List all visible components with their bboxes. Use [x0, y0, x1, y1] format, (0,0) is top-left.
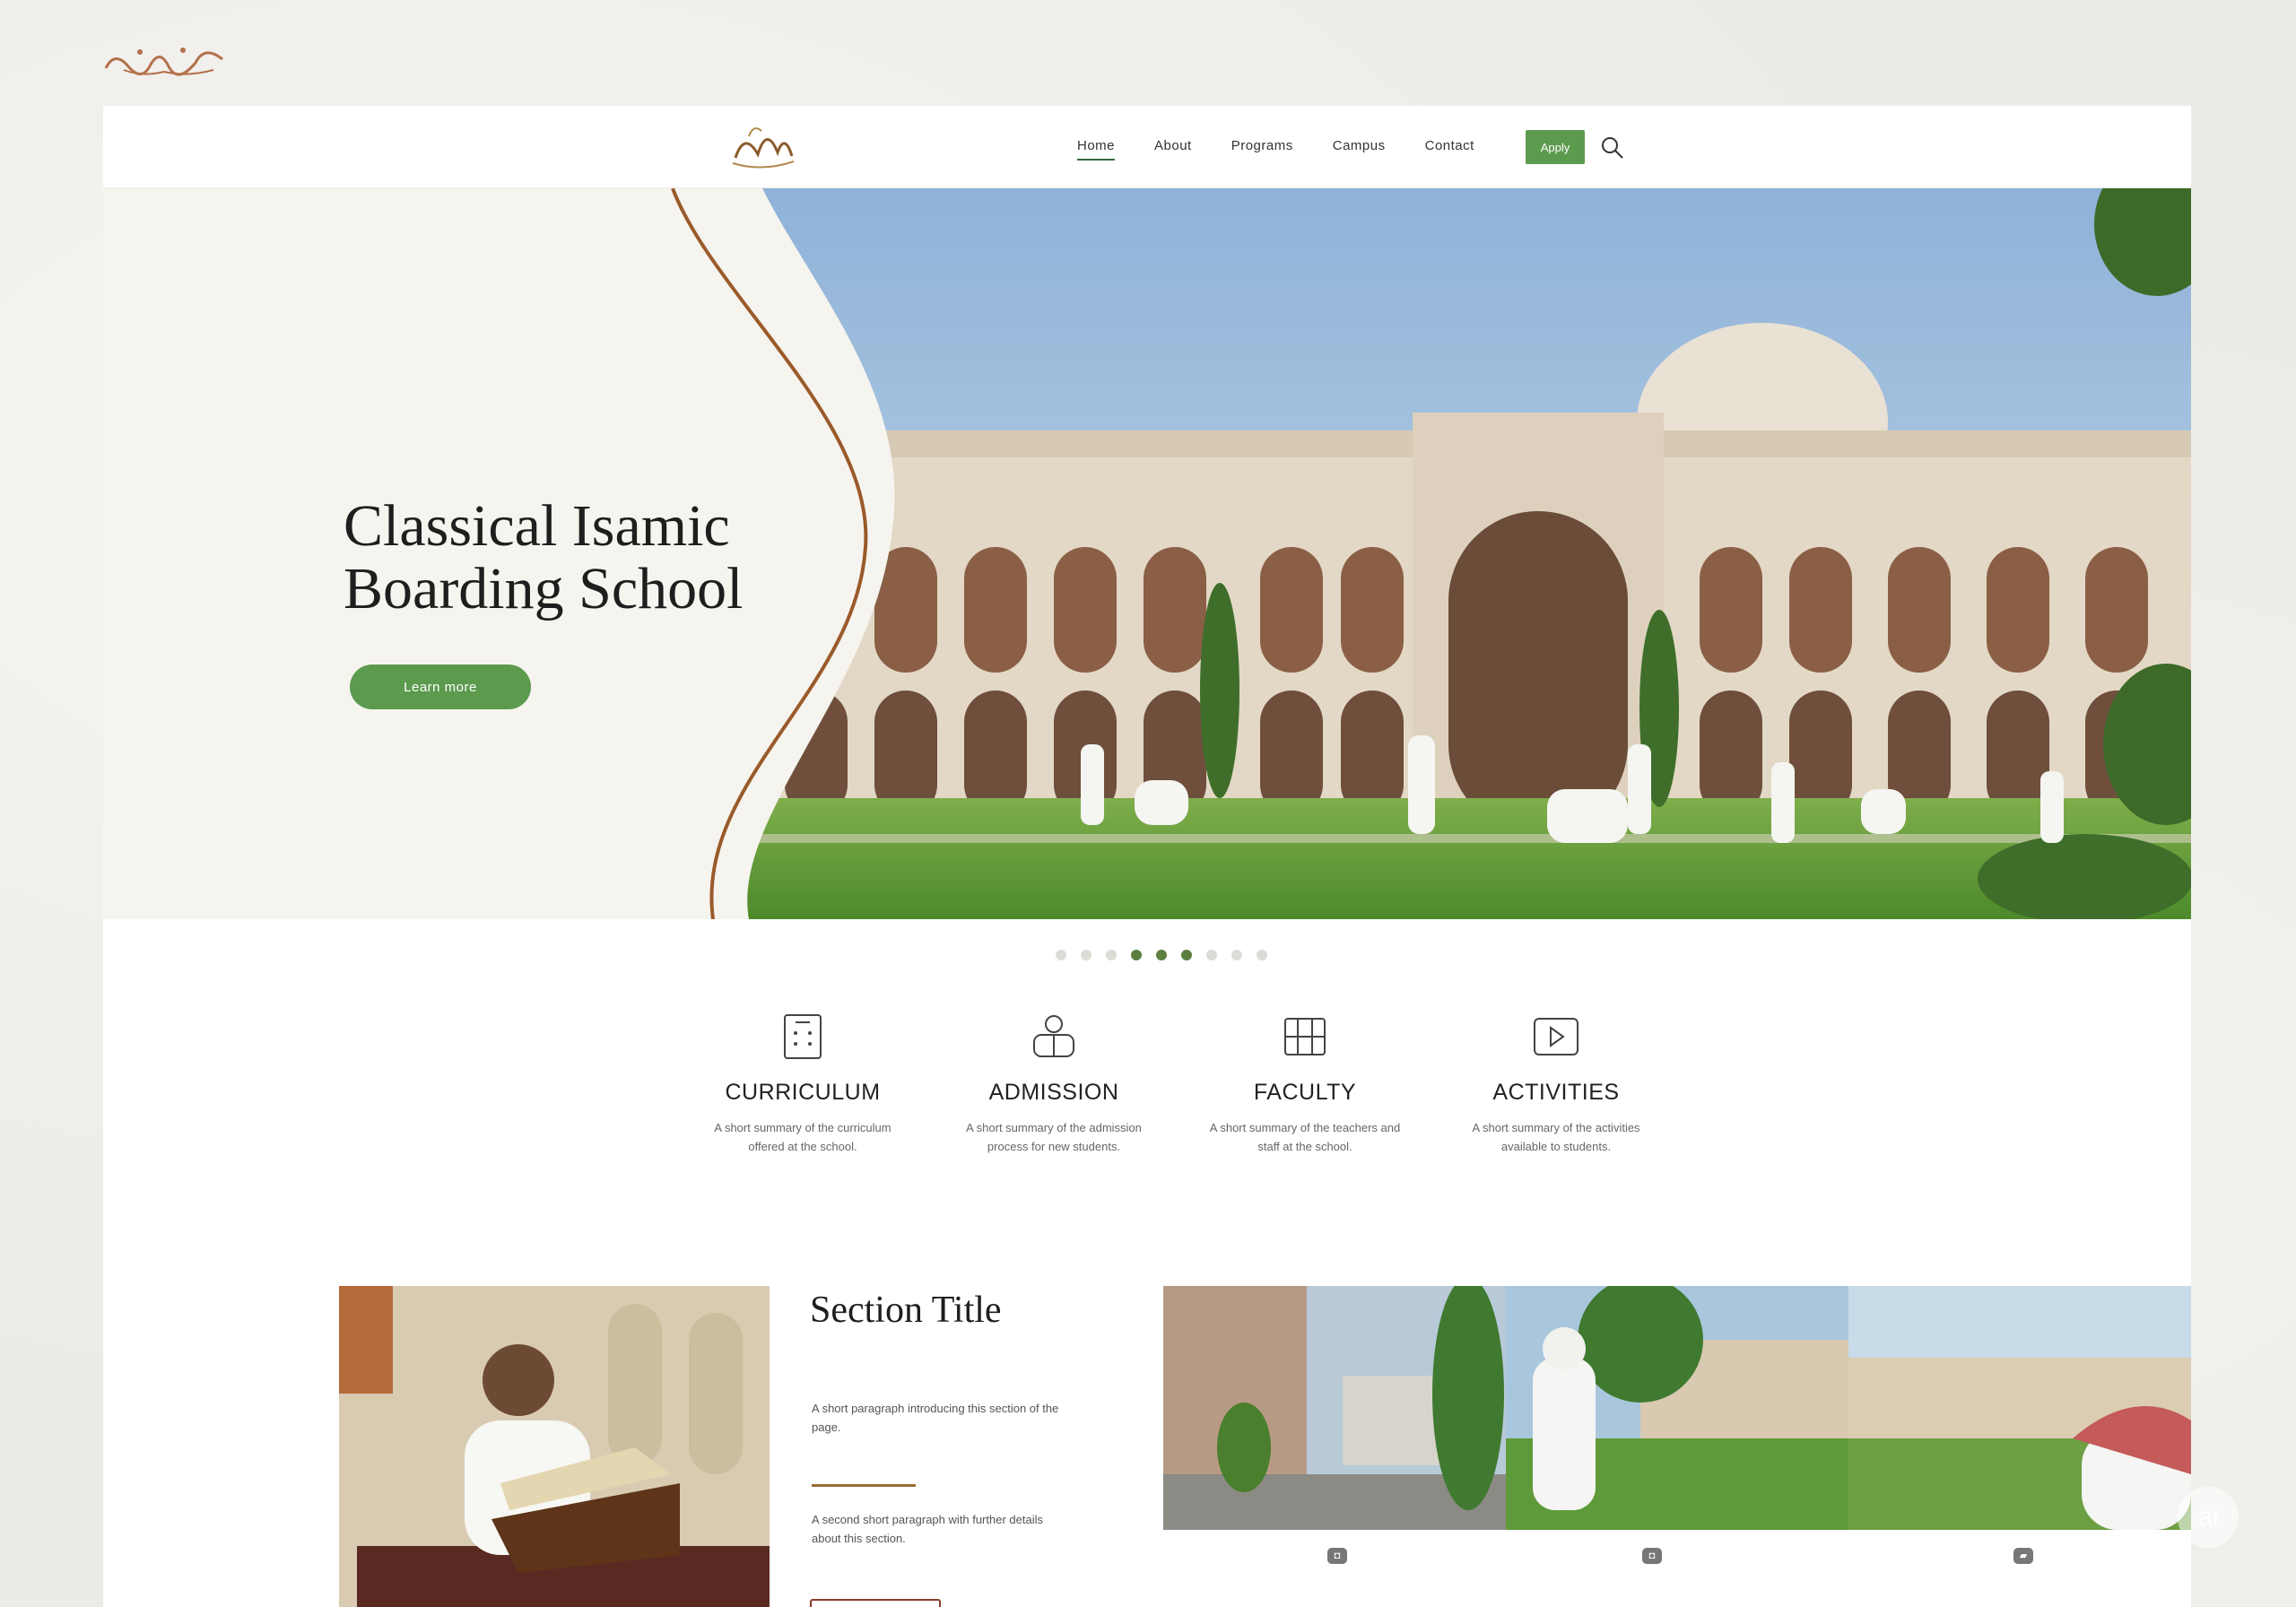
gallery-photo[interactable] [1848, 1286, 2191, 1530]
section-paragraph: A short paragraph introducing this secti… [812, 1402, 1059, 1434]
document-icon [784, 1014, 822, 1059]
slider-dot[interactable] [1081, 950, 1091, 960]
feature-text: A short summary of the admission process… [966, 1121, 1142, 1153]
website-page: Home About Programs Campus Contact Apply [103, 106, 2191, 1607]
nav-link[interactable]: About [1154, 138, 1192, 161]
hero-cta-button[interactable]: Learn more [350, 665, 531, 709]
nav-link[interactable]: Home [1077, 138, 1116, 161]
feature-title: ACTIVITIES [1492, 1080, 1620, 1105]
feature-faculty[interactable]: FACULTY A short summary of the teachers … [1179, 1012, 1431, 1156]
nav-links: Home About Programs Campus Contact [1077, 138, 1474, 161]
slider-dot[interactable] [1156, 950, 1167, 960]
feature-title: ADMISSION [988, 1080, 1119, 1105]
hero-banner: Classical Isamic Boarding School Learn m… [103, 188, 2191, 919]
feature-title: CURRICULUM [725, 1080, 881, 1105]
slider-dot[interactable] [1106, 950, 1117, 960]
people-icon [1033, 1015, 1074, 1057]
student-reading-photo [339, 1286, 770, 1607]
building-blocks-icon [1284, 1018, 1326, 1055]
feature-text: A short summary of the teachers and staf… [1209, 1121, 1401, 1153]
feature-activities[interactable]: ACTIVITIES A short summary of the activi… [1431, 1012, 1682, 1156]
slider-dot[interactable] [1231, 950, 1242, 960]
image-icon[interactable]: ◘ [1327, 1548, 1347, 1564]
section-paragraph: A second short paragraph with further de… [812, 1513, 1043, 1545]
slider-dot[interactable] [1131, 950, 1142, 960]
gallery-photo[interactable] [1163, 1286, 1506, 1530]
features-row: CURRICULUM A short summary of the curric… [677, 1012, 1682, 1156]
nav-link[interactable]: Campus [1333, 138, 1386, 161]
slider-dot[interactable] [1181, 950, 1192, 960]
feature-admission[interactable]: ADMISSION A short summary of the admissi… [928, 1012, 1179, 1156]
slider-dot[interactable] [1206, 950, 1217, 960]
section-divider [812, 1484, 916, 1487]
calligraphy-emblem-icon[interactable] [722, 113, 803, 181]
hero-title: Classical Isamic Boarding School [344, 493, 744, 621]
gallery-photo[interactable] [1506, 1286, 1848, 1530]
watermark-badge: ai [2178, 1487, 2239, 1548]
feature-text: A short summary of the activities availa… [1472, 1121, 1640, 1153]
feature-text: A short summary of the curriculum offere… [714, 1121, 891, 1153]
header-nav: Home About Programs Campus Contact Apply [103, 106, 2191, 188]
section-button[interactable] [810, 1599, 941, 1607]
folder-icon[interactable]: ▰ [2013, 1548, 2033, 1564]
nav-cta-button[interactable]: Apply [1526, 130, 1585, 164]
search-icon[interactable] [1599, 135, 1626, 161]
nav-link[interactable]: Contact [1425, 138, 1474, 161]
section-title: Section Title [810, 1290, 1002, 1331]
slider-dot[interactable] [1056, 950, 1066, 960]
photo-gallery [1163, 1286, 2191, 1530]
slider-dot[interactable] [1257, 950, 1267, 960]
feature-title: FACULTY [1253, 1080, 1357, 1105]
feature-curriculum[interactable]: CURRICULUM A short summary of the curric… [677, 1012, 928, 1156]
arabic-calligraphy-logo-icon [104, 48, 223, 76]
image-icon[interactable]: ◘ [1642, 1548, 1662, 1564]
nav-link[interactable]: Programs [1231, 138, 1293, 161]
slider-dots [1056, 950, 1267, 960]
play-video-icon [1534, 1018, 1578, 1055]
